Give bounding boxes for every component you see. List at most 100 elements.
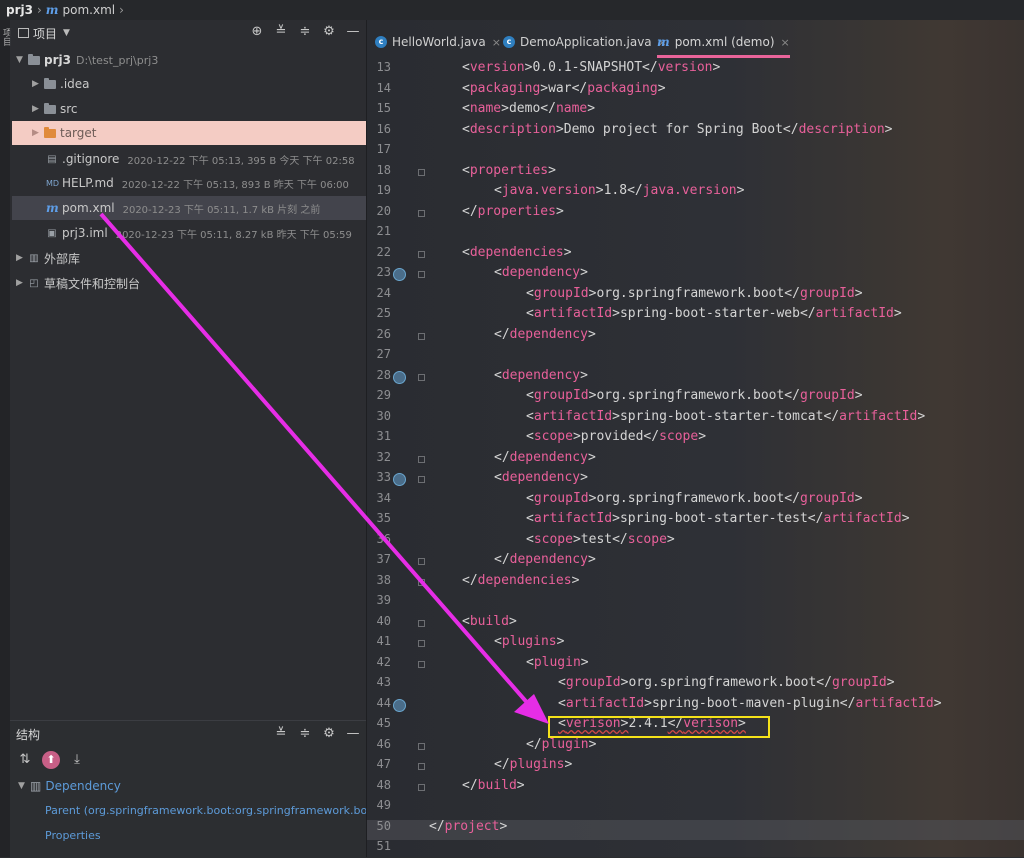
structure-item-parent[interactable]: Parent (org.springframework.boot:org.spr… — [10, 798, 378, 823]
structure-item-label: Parent (org.springframework.boot:org.spr… — [45, 804, 379, 817]
sort-icon[interactable]: ⇅ — [18, 752, 32, 768]
close-icon[interactable]: × — [781, 36, 790, 49]
fold-marker[interactable] — [418, 763, 425, 770]
line-number: 26 — [376, 326, 391, 341]
bracket: </ — [816, 675, 832, 690]
expand-all-icon[interactable]: ≚ — [274, 726, 288, 742]
fold-marker[interactable] — [418, 250, 425, 258]
fold-marker[interactable] — [418, 783, 425, 791]
fold-marker[interactable] — [418, 271, 425, 278]
bracket: </ — [540, 101, 556, 116]
tree-item-target[interactable]: ▶ target — [12, 121, 366, 145]
chevron-down-icon[interactable]: ▼ — [18, 781, 30, 791]
tree-item-external-libraries[interactable]: ▶ ▥ 外部库 — [16, 246, 80, 270]
tree-item-label: 外部库 — [44, 251, 81, 266]
xml-tag: artifactId — [855, 695, 934, 711]
close-icon[interactable]: × — [492, 36, 501, 49]
breadcrumb-file[interactable]: pom.xml — [63, 3, 116, 17]
xml-tag: groupId — [831, 675, 887, 690]
collapse-all-icon[interactable]: ≑ — [298, 24, 312, 40]
folder-icon — [44, 126, 56, 138]
bracket: > — [499, 818, 508, 834]
line-number: 17 — [376, 142, 391, 156]
line-number: 32 — [376, 449, 391, 464]
chevron-right-icon[interactable]: ▶ — [16, 253, 28, 263]
chevron-right-icon[interactable]: ▶ — [32, 104, 44, 114]
tree-item-scratches[interactable]: ▶ ◰ 草稿文件和控制台 — [16, 271, 140, 295]
fold-marker[interactable] — [418, 558, 425, 565]
tab-demoapplication[interactable]: c DemoApplication.java × — [503, 28, 667, 56]
fold-marker[interactable] — [418, 660, 425, 668]
xml-tag: java.version — [642, 183, 737, 198]
hide-icon[interactable]: — — [346, 726, 360, 742]
bracket: </ — [799, 306, 816, 321]
tree-item-idea[interactable]: ▶ .idea — [32, 72, 90, 96]
fold-marker[interactable] — [418, 455, 425, 463]
expand-all-icon[interactable]: ≚ — [274, 24, 288, 40]
structure-item-properties[interactable]: Properties — [10, 823, 366, 848]
bracket: < — [462, 101, 470, 116]
fold-marker[interactable] — [418, 640, 425, 647]
tree-item-prj3[interactable]: ▼ prj3 D:\test_prj\prj3 — [16, 48, 158, 72]
bracket: > — [548, 162, 556, 178]
bracket: > — [886, 675, 895, 690]
breadcrumb-project[interactable]: prj3 — [6, 3, 33, 17]
fold-marker[interactable] — [418, 373, 425, 381]
fold-marker[interactable] — [418, 619, 425, 627]
chevron-down-icon[interactable]: ▼ — [63, 28, 70, 38]
autoscroll-icon[interactable]: ⤓ — [70, 752, 84, 768]
locate-icon[interactable]: ⊕ — [250, 24, 264, 40]
chevron-down-icon[interactable]: ▼ — [16, 55, 28, 65]
project-panel-title[interactable]: 项目 — [33, 25, 57, 42]
fold-marker[interactable] — [418, 476, 425, 483]
code-line: <description>Demo project for Spring Boo… — [462, 120, 892, 140]
structure-panel-title[interactable]: 结构 — [16, 726, 40, 743]
bracket: > — [884, 121, 893, 137]
xml-tag: packaging — [469, 80, 541, 96]
bracket: < — [526, 531, 534, 547]
code-line: <properties> — [462, 161, 556, 181]
bracket: < — [494, 470, 502, 485]
xml-text: 0.0.1-SNAPSHOT — [532, 60, 643, 75]
tree-item-gitignore[interactable]: ▤ .gitignore 2020-12-22 下午 05:13, 395 B … — [46, 147, 354, 171]
tree-item-src[interactable]: ▶ src — [32, 97, 78, 121]
bracket: > — [564, 757, 573, 772]
dependency-gutter-icon[interactable] — [393, 698, 406, 712]
line-number: 38 — [376, 572, 391, 587]
fold-marker[interactable] — [418, 168, 425, 176]
bracket: < — [526, 408, 534, 424]
chevron-right-icon[interactable]: ▶ — [32, 79, 44, 89]
tab-helloworld[interactable]: c HelloWorld.java × — [375, 28, 501, 56]
collapse-all-icon[interactable]: ≑ — [298, 726, 312, 742]
tab-pom[interactable]: m pom.xml (demo) × — [657, 28, 790, 58]
chevron-right-icon[interactable]: ▶ — [16, 278, 28, 288]
xml-tag: project — [444, 818, 500, 834]
fold-marker[interactable] — [418, 578, 425, 586]
code-line: </build> — [462, 776, 525, 796]
structure-item-dependency[interactable]: ▼ ▥ Dependency — [10, 773, 366, 798]
line-number: 39 — [376, 593, 391, 607]
xml-text: 1.8 — [603, 183, 628, 198]
maven-icon: m — [45, 3, 59, 17]
tree-item-label: .gitignore — [62, 152, 120, 166]
tree-item-help[interactable]: MD HELP.md 2020-12-22 下午 05:13, 893 B 昨天… — [46, 171, 349, 195]
chevron-right-icon[interactable]: ▶ — [32, 128, 44, 138]
code-line: <dependencies> — [462, 243, 572, 263]
hide-icon[interactable]: — — [346, 24, 360, 40]
gear-icon[interactable]: ⚙ — [322, 726, 336, 742]
line-number: 36 — [376, 531, 391, 546]
show-properties-icon[interactable]: ⬆ — [42, 751, 60, 769]
fold-marker[interactable] — [418, 332, 425, 340]
line-number: 19 — [376, 183, 391, 197]
dependency-gutter-icon[interactable] — [393, 268, 406, 281]
fold-marker[interactable] — [418, 742, 425, 750]
tree-item-pom[interactable]: m pom.xml 2020-12-23 下午 05:11, 1.7 kB 片刻… — [12, 196, 366, 220]
project-panel: 项目 ▼ ⊕ ≚ ≑ ⚙ — ▼ prj3 D:\test_prj\prj3 ▶… — [10, 20, 366, 720]
fold-marker[interactable] — [418, 209, 425, 217]
tree-item-iml[interactable]: ▣ prj3.iml 2020-12-23 下午 05:11, 8.27 kB … — [46, 221, 352, 245]
tab-label: pom.xml (demo) — [674, 35, 775, 49]
xml-text: test — [580, 531, 613, 547]
gear-icon[interactable]: ⚙ — [322, 24, 336, 40]
dependency-gutter-icon[interactable] — [393, 370, 406, 384]
dependency-gutter-icon[interactable] — [393, 473, 406, 486]
